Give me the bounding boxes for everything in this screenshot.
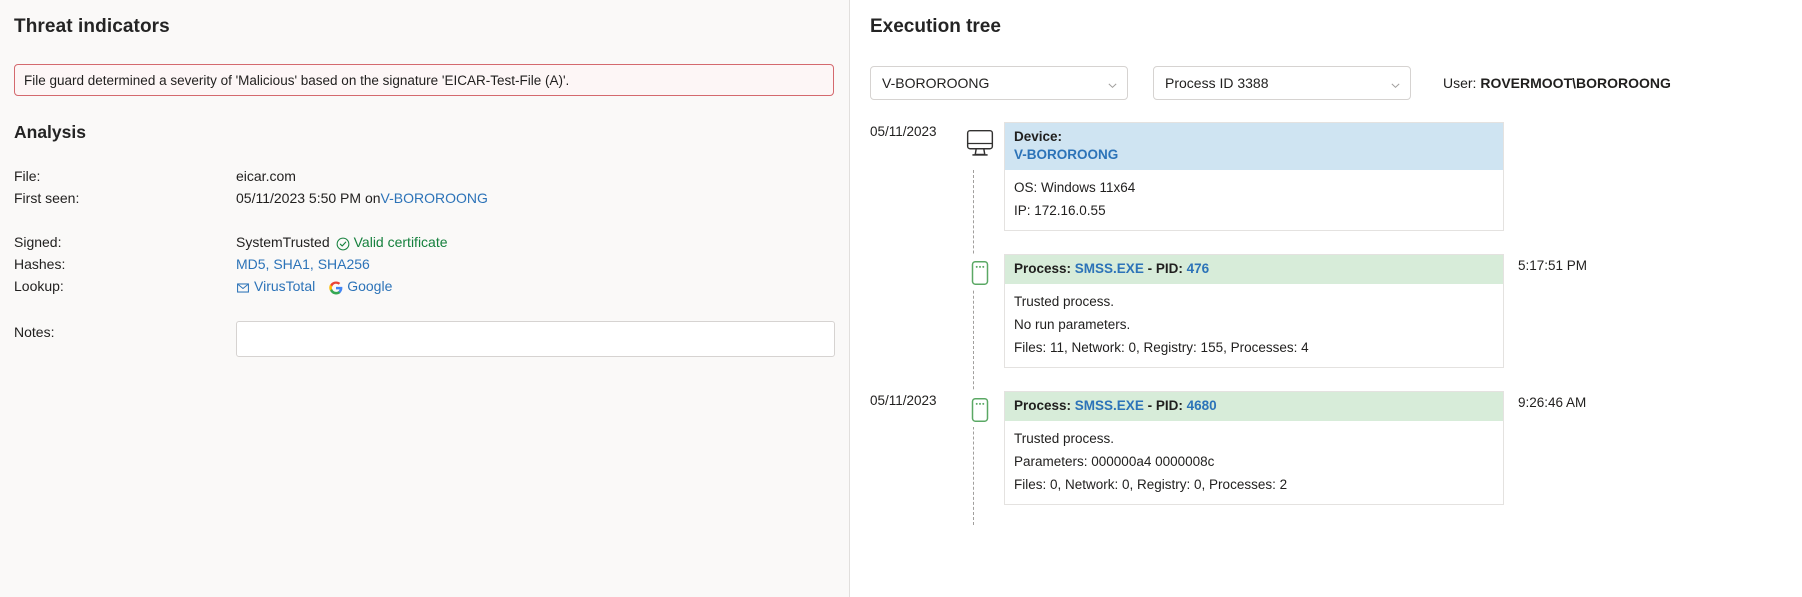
process-activity-counts: Files: 11, Network: 0, Registry: 155, Pr… — [1014, 340, 1309, 355]
row-spacer — [14, 209, 835, 231]
google-icon — [329, 279, 343, 295]
threat-indicators-panel: Threat indicators File guard determined … — [0, 0, 850, 597]
process-card-body: Trusted process. No run parameters. File… — [1005, 284, 1503, 367]
tree-node-process[interactable]: 05/11/2023 Process: SMSS.EXE - PID: 4680 — [870, 391, 1782, 505]
analysis-row-signed: Signed: SystemTrusted Valid certificate — [14, 231, 835, 253]
device-card-name-link[interactable]: V-BOROROONG — [1014, 146, 1494, 164]
device-card-body: OS: Windows 11x64 IP: 172.16.0.55 — [1005, 170, 1503, 230]
device-ip: IP: 172.16.0.55 — [1014, 203, 1106, 218]
user-label-prefix: User: — [1443, 75, 1481, 91]
lookup-label: Lookup: — [14, 278, 64, 294]
threat-indicator-message: File guard determined a severity of 'Mal… — [24, 72, 570, 88]
signed-value: SystemTrusted Valid certificate — [236, 231, 448, 253]
hashes-links[interactable]: MD5, SHA1, SHA256 — [236, 253, 370, 275]
signed-label: Signed: — [14, 234, 62, 250]
device-select[interactable]: V-BOROROONG — [870, 66, 1128, 100]
chevron-down-icon — [1390, 78, 1401, 89]
first-seen-label: First seen: — [14, 190, 80, 206]
tree-node-device[interactable]: 05/11/2023 Device: V-BOROROONG OS: Windo… — [870, 122, 1782, 231]
node-time: 5:17:51 PM — [1518, 258, 1588, 273]
user-label-value: ROVERMOOT\BOROROONG — [1480, 75, 1671, 91]
chevron-down-icon — [1107, 78, 1118, 89]
process-card-pid-link[interactable]: 476 — [1187, 261, 1210, 276]
device-select-value: V-BOROROONG — [882, 75, 990, 91]
lookup-value: VirusTotal Google — [236, 275, 406, 297]
process-card-header: Process: SMSS.EXE - PID: 4680 — [1005, 392, 1503, 421]
node-date: 05/11/2023 — [870, 393, 937, 408]
threat-indicator-banner: File guard determined a severity of 'Mal… — [14, 64, 834, 96]
node-icon-column — [956, 391, 1004, 427]
lookup-google-link[interactable]: Google — [329, 275, 392, 297]
process-card-separator: - PID: — [1143, 261, 1187, 276]
monitor-icon — [959, 122, 1001, 166]
valid-certificate-label: Valid certificate — [353, 234, 448, 250]
process-card-header: Process: SMSS.EXE - PID: 476 — [1005, 255, 1503, 284]
device-card-label: Device: — [1014, 129, 1063, 144]
first-seen-device-link[interactable]: V-BOROROONG — [381, 187, 488, 209]
process-card-name-link[interactable]: SMSS.EXE — [1075, 261, 1144, 276]
process-card: Process: SMSS.EXE - PID: 476 Trusted pro… — [1004, 254, 1504, 368]
device-os: OS: Windows 11x64 — [1014, 180, 1136, 195]
process-card-prefix: Process: — [1014, 398, 1075, 413]
process-id-select[interactable]: Process ID 3388 — [1153, 66, 1411, 100]
virustotal-icon — [236, 279, 250, 293]
lookup-virustotal-link[interactable]: VirusTotal — [236, 275, 315, 297]
threat-detail-view: Threat indicators File guard determined … — [0, 0, 1802, 597]
process-parameters: Parameters: 000000a4 0000008c — [1014, 454, 1215, 469]
valid-certificate-badge: Valid certificate — [336, 231, 448, 253]
execution-tree-title: Execution tree — [870, 16, 1001, 37]
tree-node-gap — [870, 231, 1782, 254]
hashes-value: MD5, SHA1, SHA256 — [236, 253, 370, 275]
process-card-body: Trusted process. Parameters: 000000a4 00… — [1005, 421, 1503, 504]
node-icon-column — [956, 122, 1004, 166]
process-parameters: No run parameters. — [1014, 317, 1131, 332]
notes-input[interactable] — [236, 321, 835, 357]
execution-tree-controls: V-BOROROONG Process ID 3388 User: ROVERM… — [870, 66, 1782, 100]
process-icon — [963, 254, 997, 290]
lookup-google-label: Google — [347, 278, 393, 294]
execution-tree: 05/11/2023 Device: V-BOROROONG OS: Windo… — [870, 122, 1782, 525]
process-card: Process: SMSS.EXE - PID: 4680 Trusted pr… — [1004, 391, 1504, 505]
process-card-name-link[interactable]: SMSS.EXE — [1075, 398, 1144, 413]
node-date — [870, 254, 956, 256]
process-card-prefix: Process: — [1014, 261, 1075, 276]
analysis-row-file: File: eicar.com — [14, 165, 835, 187]
check-circle-icon — [336, 235, 350, 251]
file-label: File: — [14, 168, 41, 184]
first-seen-timestamp: 05/11/2023 5:50 PM on — [236, 190, 381, 206]
node-time: 9:26:46 AM — [1518, 395, 1587, 410]
signed-status: SystemTrusted — [236, 234, 330, 250]
page-title: Threat indicators — [14, 16, 170, 37]
tree-node-process[interactable]: Process: SMSS.EXE - PID: 476 Trusted pro… — [870, 254, 1782, 368]
node-date: 05/11/2023 — [870, 124, 937, 139]
first-seen-value: 05/11/2023 5:50 PM on V-BOROROONG — [236, 187, 488, 209]
analysis-section-title: Analysis — [14, 122, 86, 142]
process-id-select-value: Process ID 3388 — [1165, 75, 1269, 91]
analysis-row-notes: Notes: — [14, 321, 835, 357]
process-card-separator: - PID: — [1143, 398, 1187, 413]
hashes-label: Hashes: — [14, 256, 66, 272]
node-time — [1504, 122, 1614, 126]
analysis-details: File: eicar.com First seen: 05/11/2023 5… — [14, 165, 835, 357]
process-card-pid-link[interactable]: 4680 — [1187, 398, 1217, 413]
user-label: User: ROVERMOOT\BOROROONG — [1443, 75, 1671, 91]
execution-tree-panel: Execution tree V-BOROROONG Process ID 33… — [850, 0, 1802, 597]
device-card: Device: V-BOROROONG OS: Windows 11x64 IP… — [1004, 122, 1504, 231]
notes-label: Notes: — [14, 324, 55, 340]
lookup-virustotal-label: VirusTotal — [254, 278, 316, 294]
analysis-row-hashes: Hashes: MD5, SHA1, SHA256 — [14, 253, 835, 275]
process-activity-counts: Files: 0, Network: 0, Registry: 0, Proce… — [1014, 477, 1288, 492]
node-icon-column — [956, 254, 1004, 290]
process-trust-status: Trusted process. — [1014, 431, 1115, 446]
process-trust-status: Trusted process. — [1014, 294, 1115, 309]
file-value: eicar.com — [236, 168, 296, 184]
analysis-row-first-seen: First seen: 05/11/2023 5:50 PM on V-BORO… — [14, 187, 835, 209]
process-icon — [963, 391, 997, 427]
analysis-row-lookup: Lookup: VirusTotal Google — [14, 275, 835, 297]
device-card-header: Device: V-BOROROONG — [1005, 123, 1503, 170]
tree-node-gap — [870, 368, 1782, 391]
